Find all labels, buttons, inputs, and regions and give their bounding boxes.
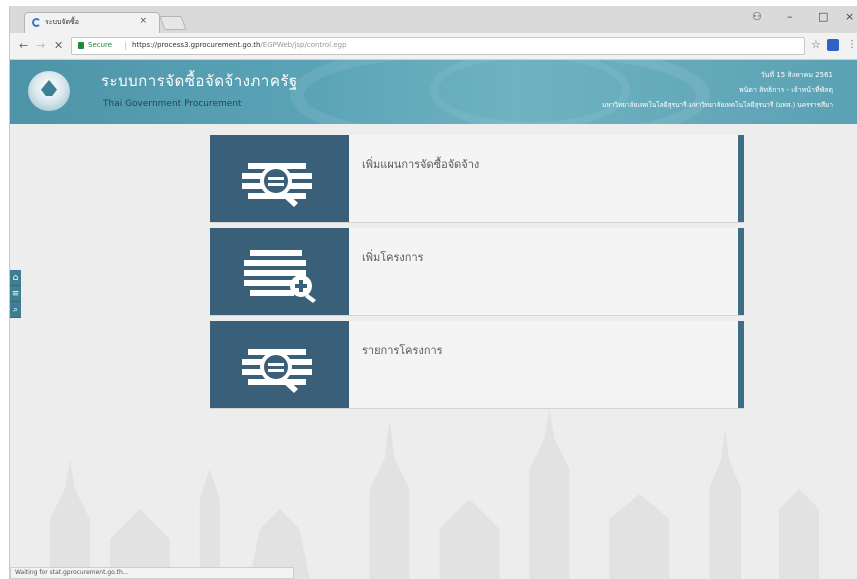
temple-skyline-background bbox=[49, 409, 820, 579]
search-icon[interactable]: ⌕ bbox=[10, 302, 21, 318]
stop-button[interactable]: ✕ bbox=[54, 39, 63, 52]
menu-card-add-plan[interactable]: เพิ่มแผนการจัดซื้อจัดจ้าง bbox=[210, 135, 744, 222]
title-bar: ระบบจัดซื้อ × ⚇ – □ × bbox=[10, 6, 857, 33]
card-icon-panel bbox=[210, 135, 349, 222]
menu-icon[interactable]: ≡ bbox=[10, 286, 21, 302]
add-project-icon bbox=[244, 250, 316, 303]
browser-menu-icon[interactable]: ⋮ bbox=[847, 39, 857, 50]
app-subtitle: Thai Government Procurement bbox=[103, 99, 242, 109]
card-icon-panel bbox=[210, 321, 349, 408]
extension-icon[interactable] bbox=[827, 39, 839, 51]
lock-icon bbox=[78, 42, 84, 49]
card-accent-bar bbox=[738, 228, 744, 315]
url-host: https://process3.gprocurement.go.th bbox=[132, 41, 261, 49]
url-text[interactable]: https://process3.gprocurement.go.th/EGPW… bbox=[132, 41, 347, 49]
header-ornament bbox=[430, 60, 630, 124]
home-icon[interactable]: ⌂ bbox=[10, 270, 21, 286]
new-tab-button[interactable] bbox=[159, 16, 187, 30]
menu-card-add-project[interactable]: เพิ่มโครงการ bbox=[210, 228, 744, 315]
separator: | bbox=[124, 41, 127, 50]
back-button[interactable]: ← bbox=[19, 39, 28, 52]
project-list-icon bbox=[242, 349, 312, 393]
secure-label: Secure bbox=[88, 41, 113, 49]
card-label: เพิ่มโครงการ bbox=[362, 251, 424, 264]
tab-close-icon[interactable]: × bbox=[139, 16, 147, 26]
user-organization: มหาวิทยาลัยเทคโนโลยีสุรนารี-มหาวิทยาลัยเ… bbox=[602, 101, 833, 109]
browser-status-bar: Waiting for stat.gprocurement.go.th... bbox=[10, 567, 294, 579]
browser-tab[interactable]: ระบบจัดซื้อ × bbox=[24, 12, 160, 33]
current-date: วันที่ 15 สิงหาคม 2561 bbox=[760, 71, 833, 79]
side-toolbar: ⌂ ≡ ⌕ bbox=[10, 270, 21, 318]
tab-title: ระบบจัดซื้อ bbox=[45, 18, 80, 26]
browser-window: ระบบจัดซื้อ × ⚇ – □ × ← → ✕ Secure | htt… bbox=[9, 6, 857, 579]
forward-button[interactable]: → bbox=[36, 39, 45, 52]
account-icon[interactable]: ⚇ bbox=[752, 10, 762, 23]
menu-card-project-list[interactable]: รายการโครงการ bbox=[210, 321, 744, 408]
bookmark-star-icon[interactable]: ☆ bbox=[811, 38, 821, 51]
user-name: พนิดา สิทธิการ - เจ้าหน้าที่พัสดุ bbox=[739, 86, 833, 94]
app-header: ระบบการจัดซื้อจัดจ้างภาครัฐ Thai Governm… bbox=[10, 60, 857, 124]
card-label: รายการโครงการ bbox=[362, 344, 443, 357]
browser-toolbar: ← → ✕ Secure | https://process3.gprocure… bbox=[10, 33, 857, 60]
minimize-button[interactable]: – bbox=[787, 10, 793, 23]
url-path: /EGPWeb/jsp/control.egp bbox=[260, 41, 347, 49]
maximize-button[interactable]: □ bbox=[818, 10, 828, 23]
plan-search-icon bbox=[242, 163, 312, 207]
card-icon-panel bbox=[210, 228, 349, 315]
app-title: ระบบการจัดซื้อจัดจ้างภาครัฐ bbox=[101, 72, 298, 90]
close-window-button[interactable]: × bbox=[845, 10, 854, 23]
card-label: เพิ่มแผนการจัดซื้อจัดจ้าง bbox=[362, 158, 480, 171]
card-accent-bar bbox=[738, 321, 744, 408]
main-content: ⌂ ≡ ⌕ เพิ่มแผนการจัดซื้อจัดจ้าง เพิ่มโคร… bbox=[10, 124, 857, 579]
address-bar[interactable]: Secure | https://process3.gprocurement.g… bbox=[71, 37, 805, 55]
loading-favicon-icon bbox=[32, 18, 41, 27]
card-accent-bar bbox=[738, 135, 744, 222]
